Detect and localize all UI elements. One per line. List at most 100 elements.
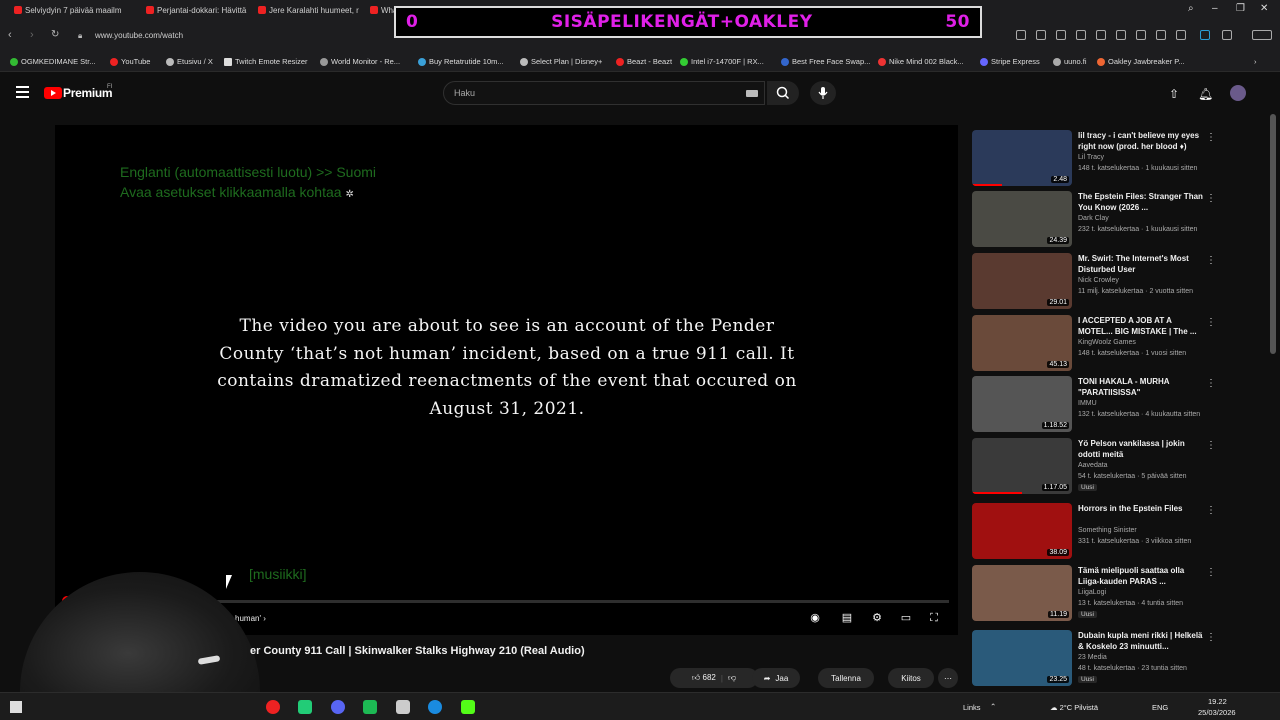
toolbar-icon[interactable] [1056, 30, 1066, 40]
channel-name[interactable]: 23 Media [1078, 654, 1107, 661]
windows-start-icon[interactable] [10, 701, 22, 713]
toolbar-icon[interactable] [1036, 30, 1046, 40]
channel-name[interactable]: IMMU [1078, 400, 1097, 407]
recommendation-item[interactable]: 29.01 Mr. Swirl: The Internet's Most Dis… [972, 253, 1272, 309]
app-icon[interactable] [298, 700, 312, 714]
bookmark-item[interactable]: Twitch Emote Resizer [224, 57, 308, 66]
bookmarks-more-icon[interactable]: › [1254, 57, 1257, 66]
recommendation-item[interactable]: 11.19 Tämä mielipuoli saattaa olla Liiga… [972, 565, 1272, 621]
app-icon[interactable] [363, 700, 377, 714]
upload-icon[interactable]: ⇧ [1169, 87, 1179, 101]
more-options-icon[interactable]: ⋮ [1206, 132, 1216, 143]
save-button[interactable]: Tallenna [818, 668, 874, 688]
recommendation-title[interactable]: Tämä mielipuoli saattaa olla Liiga-kaude… [1078, 565, 1206, 587]
toolbar-icon[interactable] [1176, 30, 1186, 40]
brand-label[interactable]: Premium [63, 86, 113, 100]
bookmark-item[interactable]: Etusivu / X [166, 57, 213, 66]
recommendation-title[interactable]: Dubain kupla meni rikki | Helkelä & Kosk… [1078, 630, 1206, 652]
recommendation-title[interactable]: TONI HAKALA - MURHA "PARATIISISSA" [1078, 376, 1206, 398]
channel-name[interactable]: Something Sinister [1078, 527, 1137, 534]
bookmark-item[interactable]: Oakley Jawbreaker P... [1097, 57, 1185, 66]
kick-icon[interactable] [461, 700, 475, 714]
more-options-icon[interactable]: ⋮ [1206, 632, 1216, 643]
video-thumbnail[interactable]: 2.48 [972, 130, 1072, 186]
channel-name[interactable]: Dark Clay [1078, 215, 1109, 222]
search-icon[interactable]: ⌕ [1188, 3, 1194, 14]
app-icon[interactable] [396, 700, 410, 714]
clock-time[interactable]: 19.22 [1208, 697, 1227, 706]
minimize-icon[interactable]: – [1212, 3, 1218, 14]
search-input[interactable] [454, 88, 734, 98]
more-options-icon[interactable]: ⋮ [1206, 378, 1216, 389]
autoplay-toggle-icon[interactable]: ◉ [808, 612, 822, 624]
search-button[interactable] [767, 81, 799, 105]
fullscreen-icon[interactable]: ⛶ [927, 612, 941, 624]
chevron-up-icon[interactable]: ⌃ [990, 702, 996, 711]
more-options-icon[interactable]: ⋮ [1206, 317, 1216, 328]
recommendation-item[interactable]: 24.39 The Epstein Files: Stranger Than Y… [972, 191, 1272, 247]
video-thumbnail[interactable]: 1.17.05 [972, 438, 1072, 494]
video-player[interactable]: Englanti (automaattisesti luotu) >> Suom… [55, 125, 958, 635]
more-options-icon[interactable]: ⋮ [1206, 440, 1216, 451]
bookmark-item[interactable]: Best Free Face Swap... [781, 57, 870, 66]
dislike-button[interactable]: 👎︎ [728, 673, 736, 683]
bookmark-item[interactable]: OGMKEDIMANE Str... [10, 57, 96, 66]
edge-icon[interactable] [428, 700, 442, 714]
settings-gear-icon[interactable]: ⚙ [870, 612, 884, 624]
more-options-icon[interactable]: ⋮ [1206, 255, 1216, 266]
close-icon[interactable]: ✕ [1260, 3, 1268, 14]
opera-icon[interactable] [266, 700, 280, 714]
recommendation-title[interactable]: Yö Pelson vankilassa | jokin odotti meit… [1078, 438, 1206, 460]
clock-date[interactable]: 25/03/2026 [1198, 708, 1236, 717]
extension-icon[interactable] [1200, 30, 1210, 40]
toolbar-icon[interactable] [1016, 30, 1026, 40]
toolbar-icon[interactable] [1116, 30, 1126, 40]
video-thumbnail[interactable]: 24.39 [972, 191, 1072, 247]
toolbar-icon[interactable] [1136, 30, 1146, 40]
bookmark-item[interactable]: Buy Retatrutide 10m... [418, 57, 504, 66]
video-thumbnail[interactable]: 23.25 [972, 630, 1072, 686]
weather-widget[interactable]: ☁︎ 2°C Pilvistä [1050, 703, 1098, 712]
notification-bell-icon[interactable]: 🔔︎ [1198, 87, 1213, 101]
avatar[interactable] [1230, 85, 1246, 101]
bookmark-item[interactable]: uuno.fi [1053, 57, 1087, 66]
bookmark-item[interactable]: Stripe Express [980, 57, 1040, 66]
video-thumbnail[interactable]: 29.01 [972, 253, 1072, 309]
chapter-label[interactable]: human' › [235, 614, 266, 623]
bookmark-item[interactable]: World Monitor - Re... [320, 57, 400, 66]
recommendation-title[interactable]: The Epstein Files: Stranger Than You Kno… [1078, 191, 1206, 213]
reload-icon[interactable]: ↻ [51, 29, 59, 40]
bookmark-item[interactable]: Nike Mind 002 Black... [878, 57, 964, 66]
browser-tab[interactable]: Selviydyin 7 päivää maailm [14, 2, 139, 18]
recommendation-item[interactable]: 2.48 lil tracy - i can't believe my eyes… [972, 130, 1272, 186]
more-options-icon[interactable]: ⋮ [1206, 567, 1216, 578]
recommendation-title[interactable]: Horrors in the Epstein Files [1078, 503, 1206, 514]
links-toolbar[interactable]: Links [963, 703, 981, 712]
recommendation-title[interactable]: lil tracy - i can't believe my eyes righ… [1078, 130, 1206, 152]
like-button[interactable]: 👍︎ 682 [692, 673, 716, 683]
channel-name[interactable]: KingWoolz Games [1078, 339, 1136, 346]
ai-icon[interactable] [1252, 30, 1272, 40]
bookmark-item[interactable]: Select Plan | Disney+ [520, 57, 602, 66]
channel-name[interactable]: Aavedata [1078, 462, 1108, 469]
recommendation-item[interactable]: 45.13 I ACCEPTED A JOB AT A MOTEL... BIG… [972, 315, 1272, 371]
caption-settings-hint[interactable]: Englanti (automaattisesti luotu) >> Suom… [120, 162, 376, 205]
more-options-icon[interactable]: ⋮ [1206, 505, 1216, 516]
forward-icon[interactable]: › [30, 29, 34, 41]
channel-name[interactable]: Lil Tracy [1078, 154, 1104, 161]
recommendation-item[interactable]: 1.18.52 TONI HAKALA - MURHA "PARATIISISS… [972, 376, 1272, 432]
recommendation-title[interactable]: I ACCEPTED A JOB AT A MOTEL... BIG MISTA… [1078, 315, 1206, 337]
back-icon[interactable]: ‹ [8, 29, 12, 41]
browser-tab[interactable]: Jere Karalahti huumeet, r [258, 2, 363, 18]
extension-icon[interactable] [1222, 30, 1232, 40]
toolbar-icon[interactable] [1096, 30, 1106, 40]
recommendation-item[interactable]: 1.17.05 Yö Pelson vankilassa | jokin odo… [972, 438, 1272, 494]
channel-name[interactable]: LiigaLogi [1078, 589, 1106, 596]
recommendation-title[interactable]: Mr. Swirl: The Internet's Most Disturbed… [1078, 253, 1206, 275]
bookmark-item[interactable]: YouTube [110, 57, 150, 66]
bookmark-item[interactable]: Intel i7-14700F | RX... [680, 57, 764, 66]
toolbar-icon[interactable] [1156, 30, 1166, 40]
recommendation-item[interactable]: 38.09 Horrors in the Epstein Files Somet… [972, 503, 1272, 559]
video-thumbnail[interactable]: 38.09 [972, 503, 1072, 559]
share-button[interactable]: ➦ Jaa [752, 668, 800, 688]
